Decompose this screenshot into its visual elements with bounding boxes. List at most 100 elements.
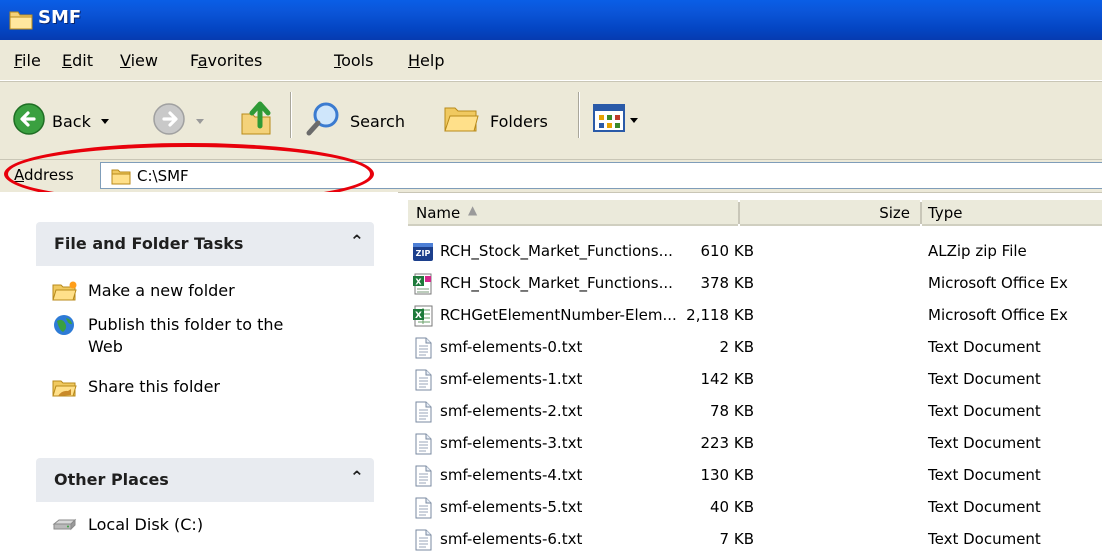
menu-edit[interactable]: Edit xyxy=(62,51,93,70)
svg-text:X: X xyxy=(415,278,422,287)
address-input[interactable]: C:\SMF xyxy=(100,162,1102,189)
back-label: Back xyxy=(52,111,91,131)
sort-ascending-icon: ▲ xyxy=(468,203,478,217)
menu-file-rest: ile xyxy=(22,51,41,70)
menu-edit-rest: dit xyxy=(72,51,93,70)
file-row[interactable]: smf-elements-4.txt 130 KB Text Document xyxy=(408,460,1102,492)
views-button[interactable] xyxy=(592,102,638,138)
file-row[interactable]: smf-elements-6.txt 7 KB Text Document xyxy=(408,524,1102,556)
file-name: RCH_Stock_Market_Functions... xyxy=(440,242,673,260)
title-bar[interactable]: SMF xyxy=(0,0,1102,40)
local-disk-label: Local Disk (C:) xyxy=(88,515,204,534)
back-arrow-icon xyxy=(12,102,46,140)
toolbar-separator xyxy=(290,92,291,138)
menu-view-rest: iew xyxy=(130,51,158,70)
menu-bar: File Edit View Favorites Tools Help xyxy=(0,40,1102,81)
file-folder-tasks-body: Make a new folder Publish this folder to… xyxy=(36,266,374,436)
file-name: smf-elements-4.txt xyxy=(440,466,583,484)
new-folder-icon xyxy=(52,280,78,302)
share-folder-label: Share this folder xyxy=(88,377,220,396)
local-disk-link[interactable]: Local Disk (C:) xyxy=(52,514,203,536)
back-dropdown-arrow-icon[interactable] xyxy=(100,118,109,124)
file-row[interactable]: smf-elements-1.txt 142 KB Text Document xyxy=(408,364,1102,396)
file-type: Microsoft Office Ex xyxy=(928,274,1068,292)
menu-favorites[interactable]: Favorites xyxy=(190,51,262,70)
menu-tools-rest: ools xyxy=(341,51,374,70)
address-label: Address xyxy=(14,166,74,184)
column-size-label: Size xyxy=(879,204,910,222)
file-type: Microsoft Office Ex xyxy=(928,306,1068,324)
file-name: smf-elements-1.txt xyxy=(440,370,583,388)
file-row[interactable]: smf-elements-3.txt 223 KB Text Document xyxy=(408,428,1102,460)
text-file-icon xyxy=(412,465,434,487)
file-folder-tasks-header[interactable]: File and Folder Tasks ⌃ xyxy=(36,222,374,266)
task-pane: File and Folder Tasks ⌃ Make a new folde… xyxy=(0,192,398,552)
text-file-icon xyxy=(412,433,434,455)
menu-tools[interactable]: Tools xyxy=(334,51,373,70)
folders-button[interactable]: Folders xyxy=(442,102,548,140)
up-folder-button[interactable] xyxy=(238,98,278,142)
search-button[interactable]: Search xyxy=(304,100,405,142)
folders-icon xyxy=(442,102,482,140)
file-row[interactable]: ZIP RCH_Stock_Market_Functions... 610 KB AL… xyxy=(408,236,1102,268)
file-row[interactable]: X RCH_Stock_Market_Functions... 378 KB Micr… xyxy=(408,268,1102,300)
file-row[interactable]: smf-elements-2.txt 78 KB Text Document xyxy=(408,396,1102,428)
forward-button[interactable] xyxy=(152,102,204,140)
file-type: ALZip zip File xyxy=(928,242,1027,260)
toolbar-separator xyxy=(578,92,579,138)
column-type-label: Type xyxy=(928,204,963,222)
column-header-type[interactable]: Type xyxy=(922,200,1102,226)
collapse-chevron-icon[interactable]: ⌃ xyxy=(350,468,364,488)
file-size: 78 KB xyxy=(710,402,754,420)
excel-file-icon: X xyxy=(412,305,434,327)
file-folder-tasks-panel: File and Folder Tasks ⌃ Make a new folde… xyxy=(36,222,374,436)
make-new-folder-link[interactable]: Make a new folder xyxy=(52,280,235,302)
other-places-header[interactable]: Other Places ⌃ xyxy=(36,458,374,502)
column-header-size[interactable]: Size xyxy=(740,200,920,226)
folders-label: Folders xyxy=(490,111,548,131)
back-button[interactable]: Back xyxy=(12,102,109,140)
menu-help[interactable]: Help xyxy=(408,51,444,70)
address-label-accel: A xyxy=(14,166,24,184)
file-row[interactable]: smf-elements-0.txt 2 KB Text Document xyxy=(408,332,1102,364)
up-folder-icon xyxy=(238,98,278,142)
file-size: 130 KB xyxy=(700,466,754,484)
file-row[interactable]: smf-elements-5.txt 40 KB Text Document xyxy=(408,492,1102,524)
menu-view[interactable]: View xyxy=(120,51,158,70)
share-folder-link[interactable]: Share this folder xyxy=(52,376,220,398)
forward-arrow-icon xyxy=(152,102,186,140)
excel-addin-icon: X xyxy=(412,273,434,295)
column-header-name[interactable]: Name ▲ xyxy=(408,200,738,226)
forward-dropdown-arrow-icon[interactable] xyxy=(196,118,204,124)
address-label-rest: ddress xyxy=(24,166,74,184)
collapse-chevron-icon[interactable]: ⌃ xyxy=(350,232,364,252)
views-dropdown-arrow-icon[interactable] xyxy=(630,117,638,123)
file-name: smf-elements-6.txt xyxy=(440,530,583,548)
file-row[interactable]: X RCHGetElementNumber-Elem... 2,118 KB Micr… xyxy=(408,300,1102,332)
menu-favorites-pre: F xyxy=(190,51,198,70)
file-type: Text Document xyxy=(928,370,1041,388)
file-size: 142 KB xyxy=(700,370,754,388)
other-places-panel: Other Places ⌃ Local Disk (C:) xyxy=(36,458,374,552)
menu-favorites-rest: vorites xyxy=(207,51,263,70)
publish-folder-label: Publish this folder to the Web xyxy=(88,315,284,356)
hard-drive-icon xyxy=(52,514,78,536)
publish-folder-link[interactable]: Publish this folder to the Web xyxy=(52,314,302,358)
address-value: C:\SMF xyxy=(137,167,189,185)
file-size: 2 KB xyxy=(719,338,754,356)
text-file-icon xyxy=(412,369,434,391)
file-name: smf-elements-5.txt xyxy=(440,498,583,516)
other-places-title: Other Places xyxy=(54,470,169,489)
search-icon xyxy=(304,100,344,142)
file-type: Text Document xyxy=(928,402,1041,420)
file-list-view: Name ▲ Size Type ZIP RCH_Stock_Market_Fun… xyxy=(408,192,1102,551)
file-type: Text Document xyxy=(928,498,1041,516)
file-size: 378 KB xyxy=(700,274,754,292)
file-type: Text Document xyxy=(928,338,1041,356)
menu-file[interactable]: File xyxy=(14,51,41,70)
text-file-icon xyxy=(412,497,434,519)
file-size: 40 KB xyxy=(710,498,754,516)
text-file-icon xyxy=(412,529,434,551)
file-size: 2,118 KB xyxy=(686,306,754,324)
menu-help-rest: elp xyxy=(420,51,445,70)
